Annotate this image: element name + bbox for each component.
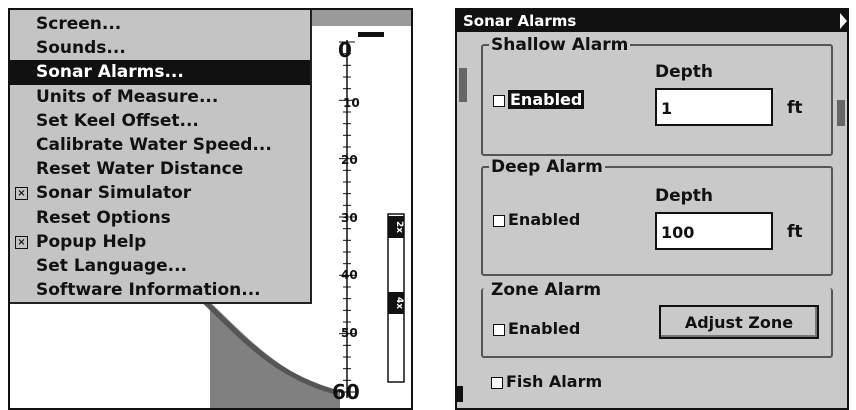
menu-item[interactable]: Sounds... <box>10 36 310 60</box>
menu-item[interactable]: Units of Measure... <box>10 85 310 109</box>
menu-item-label: Reset Water Distance <box>36 159 244 180</box>
menu-item-label: Calibrate Water Speed... <box>36 134 272 155</box>
menu-item[interactable]: Reset Water Distance <box>10 157 310 181</box>
deep-alarm-group: Deep Alarm Enabled Depth 100 ft <box>481 157 833 276</box>
menu-item[interactable]: Screen... <box>10 12 310 36</box>
fish-alarm-checkbox[interactable]: Fish Alarm <box>491 372 602 391</box>
depth-label: 20 <box>341 153 358 167</box>
menu-item-label: Set Language... <box>36 255 188 276</box>
surface-marker <box>358 32 384 37</box>
menu-item[interactable]: Software Information... <box>10 278 310 302</box>
shallow-alarm-legend: Shallow Alarm <box>489 35 631 55</box>
shallow-depth-input[interactable]: 1 <box>655 88 773 126</box>
menu-item[interactable]: × Popup Help <box>10 230 310 254</box>
zone-alarm-group: Zone Alarm Enabled Adjust Zone <box>481 280 833 358</box>
shallow-depth-label: Depth <box>655 62 714 82</box>
checkbox-label: Enabled <box>508 319 581 338</box>
checkbox-label: Enabled <box>508 90 585 109</box>
deep-enabled-checkbox[interactable]: Enabled <box>493 210 580 229</box>
menu-item-label: Screen... <box>36 14 122 34</box>
menu-item-label: Software Information... <box>36 280 261 301</box>
zoom-4x-label[interactable]: 4x <box>388 292 404 314</box>
adjust-zone-button[interactable]: Adjust Zone <box>659 305 819 339</box>
zone-alarm-legend: Zone Alarm <box>489 280 604 300</box>
menu-item[interactable]: Set Keel Offset... <box>10 109 310 133</box>
checkbox-label: Fish Alarm <box>506 372 603 391</box>
sonar-screen: 0 10 20 30 40 50 60 2x 4x Screen... Sound… <box>8 8 413 410</box>
zoom-2x-label[interactable]: 2x <box>388 216 404 238</box>
depth-label: 0 <box>338 38 352 62</box>
arrow-right-icon <box>840 13 847 29</box>
dialog-title-text: Sonar Alarms <box>463 12 577 30</box>
checkbox-icon <box>493 214 505 227</box>
checked-icon: × <box>15 187 28 201</box>
scrollbar-right[interactable] <box>837 100 845 126</box>
sonar-alarms-dialog: Sonar Alarms Shallow Alarm Enabled Depth… <box>455 8 849 410</box>
menu-item[interactable]: Calibrate Water Speed... <box>10 133 310 157</box>
dialog-title: Sonar Alarms <box>457 10 847 32</box>
depth-label: 10 <box>343 96 360 110</box>
menu-item[interactable]: Reset Options <box>10 206 310 230</box>
zone-enabled-checkbox[interactable]: Enabled <box>493 319 580 338</box>
depth-label: 50 <box>341 326 358 340</box>
scrollbar-thumb[interactable] <box>459 68 467 102</box>
deep-depth-label: Depth <box>655 186 714 206</box>
menu-item-label: Reset Options <box>36 207 171 228</box>
deep-depth-input[interactable]: 100 <box>655 212 773 250</box>
checkbox-icon <box>493 323 505 336</box>
depth-label: 60 <box>332 380 360 404</box>
menu-item-label: Popup Help <box>36 231 147 252</box>
shallow-alarm-group: Shallow Alarm Enabled Depth 1 ft <box>481 35 833 156</box>
menu-item-label: Sonar Alarms... <box>36 62 184 83</box>
settings-menu: Screen... Sounds... Sonar Alarms... Units o… <box>10 10 312 304</box>
depth-label: 40 <box>341 268 358 282</box>
checkbox-icon <box>493 94 505 107</box>
depth-label: 30 <box>341 211 358 225</box>
menu-item[interactable]: Sonar Alarms... <box>10 60 310 85</box>
menu-item-label: Sonar Simulator <box>36 183 192 204</box>
shallow-unit: ft <box>787 98 803 118</box>
deep-unit: ft <box>787 222 803 242</box>
checkbox-label: Enabled <box>508 210 581 229</box>
bottom-return <box>210 302 340 408</box>
menu-item[interactable]: × Sonar Simulator <box>10 181 310 205</box>
corner-marker <box>457 386 463 402</box>
deep-alarm-legend: Deep Alarm <box>489 157 605 177</box>
menu-item-label: Set Keel Offset... <box>36 110 199 131</box>
menu-item-label: Units of Measure... <box>36 86 219 107</box>
menu-item[interactable]: Set Language... <box>10 254 310 278</box>
menu-item-label: Sounds... <box>36 38 126 59</box>
checked-icon: × <box>15 235 28 249</box>
shallow-enabled-checkbox[interactable]: Enabled <box>493 90 585 109</box>
checkbox-icon <box>491 376 503 389</box>
